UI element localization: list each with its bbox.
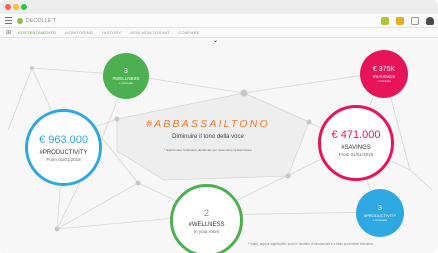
brand-name: DECOLLE'T	[26, 18, 57, 24]
productivity-node[interactable]: € 963.000 #PRODUCTIVITY From 01/01/2018	[25, 109, 102, 186]
node-sub: + Increase	[118, 80, 134, 85]
wellness-small-node[interactable]: 3 #WELLNESS + Increase	[103, 53, 149, 99]
node-tag: #SAVINGS	[341, 145, 371, 151]
hero-hashtag: #ABBASSAILTONO	[146, 118, 270, 130]
node-value: € 963.000	[39, 133, 88, 146]
node-sub: From 01/01/2018	[338, 152, 374, 157]
savings-node[interactable]: € 471.000 #SAVINGS From 01/01/2018	[318, 105, 394, 181]
app-header: DECOLLE'T	[0, 14, 438, 28]
tab-history[interactable]: HISTORY	[102, 30, 121, 35]
app-window: DECOLLE'T ⊞ SOSTENTAMENTO MONITORING HIS…	[0, 0, 438, 253]
hero-subtitle: Diminuire il tono della voce	[172, 134, 244, 140]
node-value: € 375K	[372, 65, 396, 73]
node-value: 3	[378, 204, 382, 212]
tab-monitoring[interactable]: MONITORING	[65, 30, 93, 35]
node-tag: #PRODUCTIVITY	[39, 149, 88, 156]
node-value: € 471.000	[331, 129, 381, 141]
user-icon[interactable]	[426, 17, 434, 25]
brand-logo[interactable]: DECOLLE'T	[17, 17, 56, 25]
productivity-small-node[interactable]: 3 #PRODUCTIVITY + Increase	[356, 189, 404, 237]
node-sub: From 01/01/2018	[46, 156, 81, 162]
node-value: 2	[203, 207, 209, 218]
network-stage: #ABBASSAILTONO Diminuire il tono della v…	[0, 40, 438, 253]
tab-sostentamento[interactable]: SOSTENTAMENTO	[18, 30, 56, 35]
node-sub: + Increase	[372, 217, 388, 222]
node-sub: In your room	[193, 228, 220, 234]
hero-note: * Selezionare l'indicatore desiderato pe…	[164, 148, 252, 152]
footer-note: * Valori, seppur significativi, sono in …	[248, 242, 375, 246]
brand-mark-icon	[17, 18, 23, 24]
badge-icon[interactable]	[381, 17, 389, 25]
savings-small-node[interactable]: € 375K #SAVINGS + Increase	[360, 50, 408, 98]
tab-bar: ⊞ SOSTENTAMENTO MONITORING HISTORY NEW M…	[0, 28, 438, 38]
hero-block: #ABBASSAILTONO Diminuire il tono della v…	[122, 118, 294, 152]
cart-icon[interactable]: ⊞	[6, 29, 11, 37]
box-icon[interactable]	[411, 17, 419, 25]
node-value: 3	[124, 67, 128, 75]
wellness-node[interactable]: 2 #WELLNESS In your room	[170, 184, 243, 253]
tab-compare[interactable]: COMPARE	[178, 30, 199, 35]
node-tag: #WELLNESS	[188, 221, 225, 228]
close-window-button[interactable]	[5, 4, 11, 10]
header-actions	[381, 16, 434, 26]
menu-icon[interactable]	[5, 17, 12, 24]
badge-icon-2[interactable]	[396, 17, 404, 25]
tabs: SOSTENTAMENTO MONITORING HISTORY NEW MON…	[18, 30, 200, 35]
node-sub: + Increase	[376, 78, 392, 83]
maximize-window-button[interactable]	[21, 4, 27, 10]
minimize-window-button[interactable]	[13, 4, 19, 10]
window-titlebar	[0, 0, 438, 14]
tab-new-monitoring[interactable]: NEW MONITORING	[130, 30, 169, 35]
